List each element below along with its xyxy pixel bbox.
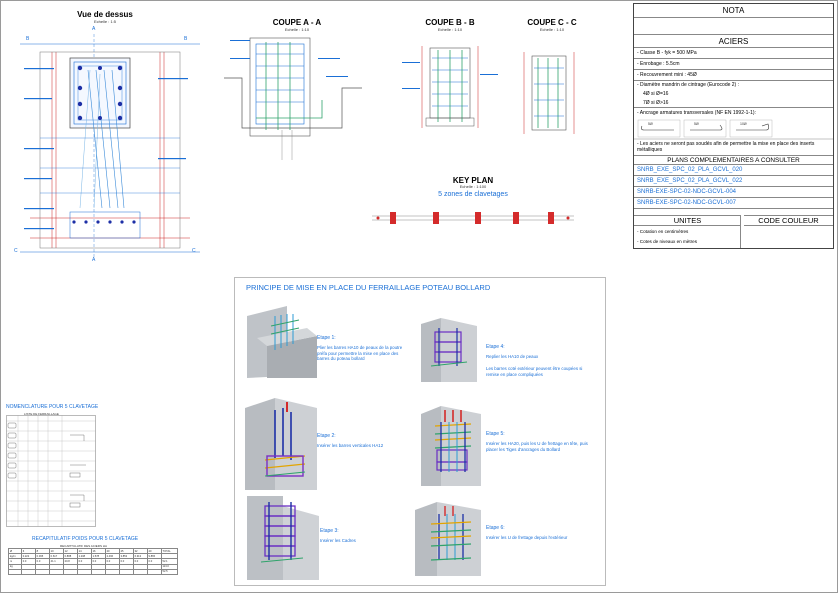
recap-cell (104, 568, 120, 575)
step-2-image (245, 398, 317, 490)
coupe-cc-drawing (523, 52, 575, 134)
key-plan-drawing (372, 212, 574, 224)
coupe-cc: COUPE C - C Echelle : 1:10 (512, 18, 592, 148)
coupe-bb-drawing (402, 46, 498, 128)
recap-cell (62, 568, 78, 575)
plan-link-1[interactable]: SNRB_EXE_SPC_02_PLA_GCVL_020 (634, 165, 833, 176)
hook-label-2: 5Ø (694, 122, 699, 126)
step-1-image (247, 306, 317, 378)
top-view: Vue de dessus Echelle : 1:5 A B B C C A (10, 8, 210, 263)
nota-title: NOTA (634, 4, 833, 18)
recap-title: RECAPITULATIF POIDS POUR 5 CLAVETAGE (32, 536, 139, 542)
step-1-text: Plier les barres HA10 de peaux de la pou… (317, 345, 403, 361)
aciers-line-6: 7Ø si Ø>16 (634, 99, 833, 108)
unites-title: UNITES (634, 216, 741, 226)
step-5-image (421, 406, 481, 486)
coupe-aa: COUPE A - A Echelle : 1:10 (222, 18, 372, 163)
recap-table: Ø 68 10 12 14 16 20 25 32 40 TOTAL kg/m 0.22… (8, 547, 179, 575)
principe-title: PRINCIPE DE MISE EN PLACE DU FERRAILLAGE… (246, 283, 491, 292)
step-4-label: Etape 4: (486, 344, 505, 350)
principe-panel: PRINCIPE DE MISE EN PLACE DU FERRAILLAGE… (234, 277, 606, 586)
code-couleur-title: CODE COULEUR (744, 216, 833, 226)
plans-title: PLANS COMPLEMENTAIRES A CONSULTER (634, 155, 833, 165)
unites-line-2: - Cotes de niveaux en mètres (637, 239, 698, 244)
step-5-label: Etape 5: (486, 431, 505, 437)
coupe-aa-drawing (224, 37, 362, 160)
aciers-line-5: 4Ø si Ø=16 (643, 91, 669, 97)
recap-cell (146, 568, 162, 575)
step-4-image (421, 318, 477, 382)
recap-cell (8, 568, 22, 575)
key-plan-subtitle: 5 zones de clavetages (438, 191, 508, 198)
aciers-line-7: - Ancrage armatures transversales (NF EN… (637, 110, 756, 116)
aciers-line-2: - Enrobage : 5.5cm (634, 59, 833, 70)
step-1-label: Etape 1: (317, 335, 336, 341)
aciers-line-1: - Classe B - fyk = 500 MPa (634, 48, 833, 59)
nota-panel: NOTA ACIERS - Classe B - fyk = 500 MPa -… (633, 3, 834, 249)
recap-cell (118, 568, 134, 575)
recap-cell (76, 568, 92, 575)
aciers-line-4: - Diamètre mandrin de cintrage (Eurocode… (637, 82, 739, 88)
step-4-text: Replier les HA10 de peaux (486, 354, 539, 359)
aciers-line-3: - Recouvrement mini : 45Ø (634, 70, 833, 81)
step-6-image (415, 502, 481, 576)
recap-cell: 52.5 (160, 568, 179, 575)
coupe-bb: COUPE B - B Echelle : 1:10 (400, 18, 500, 148)
aciers-note: - Les aciers ne seront pas soudés afin d… (637, 141, 815, 153)
plan-link-4[interactable]: SNRB-EXE-SPC-02-NDC-GCVL-007 (634, 198, 833, 209)
recap-section: RECAPITULATIF POIDS POUR 5 CLAVETAGE REC… (6, 536, 180, 586)
recap-cell (20, 568, 36, 575)
recap-row-4: 52.5 (8, 568, 179, 575)
nomenclature-title: NOMENCLATURE POUR 5 CLAVETAGE (6, 404, 99, 410)
code-couleur-box: CODE COULEUR (744, 215, 833, 248)
hook-label-1: 5Ø (648, 122, 653, 126)
key-plan: KEY PLAN Echelle : 1:100 5 zones de clav… (368, 176, 578, 236)
step-5-text: Insérer les HA20, puis les U de frettage… (486, 441, 588, 452)
step-4-text-2: Les barres coté extérieur peuvent être c… (486, 366, 583, 377)
key-plan-scale: Echelle : 1:100 (459, 184, 487, 189)
step-6-label: Etape 6: (486, 525, 505, 531)
recap-cell (90, 568, 106, 575)
recap-cell (48, 568, 64, 575)
top-view-drawing (20, 34, 200, 258)
unites-box: UNITES - Cotation en centimètres - Cotes… (634, 215, 741, 248)
hook-label-3: 10Ø (740, 122, 747, 126)
unites-line-1: - Cotation en centimètres (637, 229, 689, 234)
recap-cell (34, 568, 50, 575)
nomenclature-table (6, 415, 96, 527)
recap-cell (132, 568, 148, 575)
step-3-image (247, 496, 319, 580)
plan-link-3[interactable]: SNRB-EXE-SPC-02-NDC-GCVL-004 (634, 187, 833, 198)
step-2-label: Etape 2: (317, 433, 336, 439)
step-2-text: Insérer les barres verticales HA12 (317, 443, 384, 448)
step-3-label: Etape 3: (320, 528, 339, 534)
hook-diagrams (634, 119, 833, 140)
plan-link-2[interactable]: SNRB_EXE_SPC_02_PLA_GCVL_022 (634, 176, 833, 187)
step-6-text: Insérer les U de frettage depuis l'extér… (486, 535, 568, 540)
step-3-text: Insérer les Cadres (320, 538, 356, 543)
aciers-title: ACIERS (634, 34, 833, 48)
nomenclature-section: NOMENCLATURE POUR 5 CLAVETAGE LISTE DE F… (6, 404, 99, 529)
